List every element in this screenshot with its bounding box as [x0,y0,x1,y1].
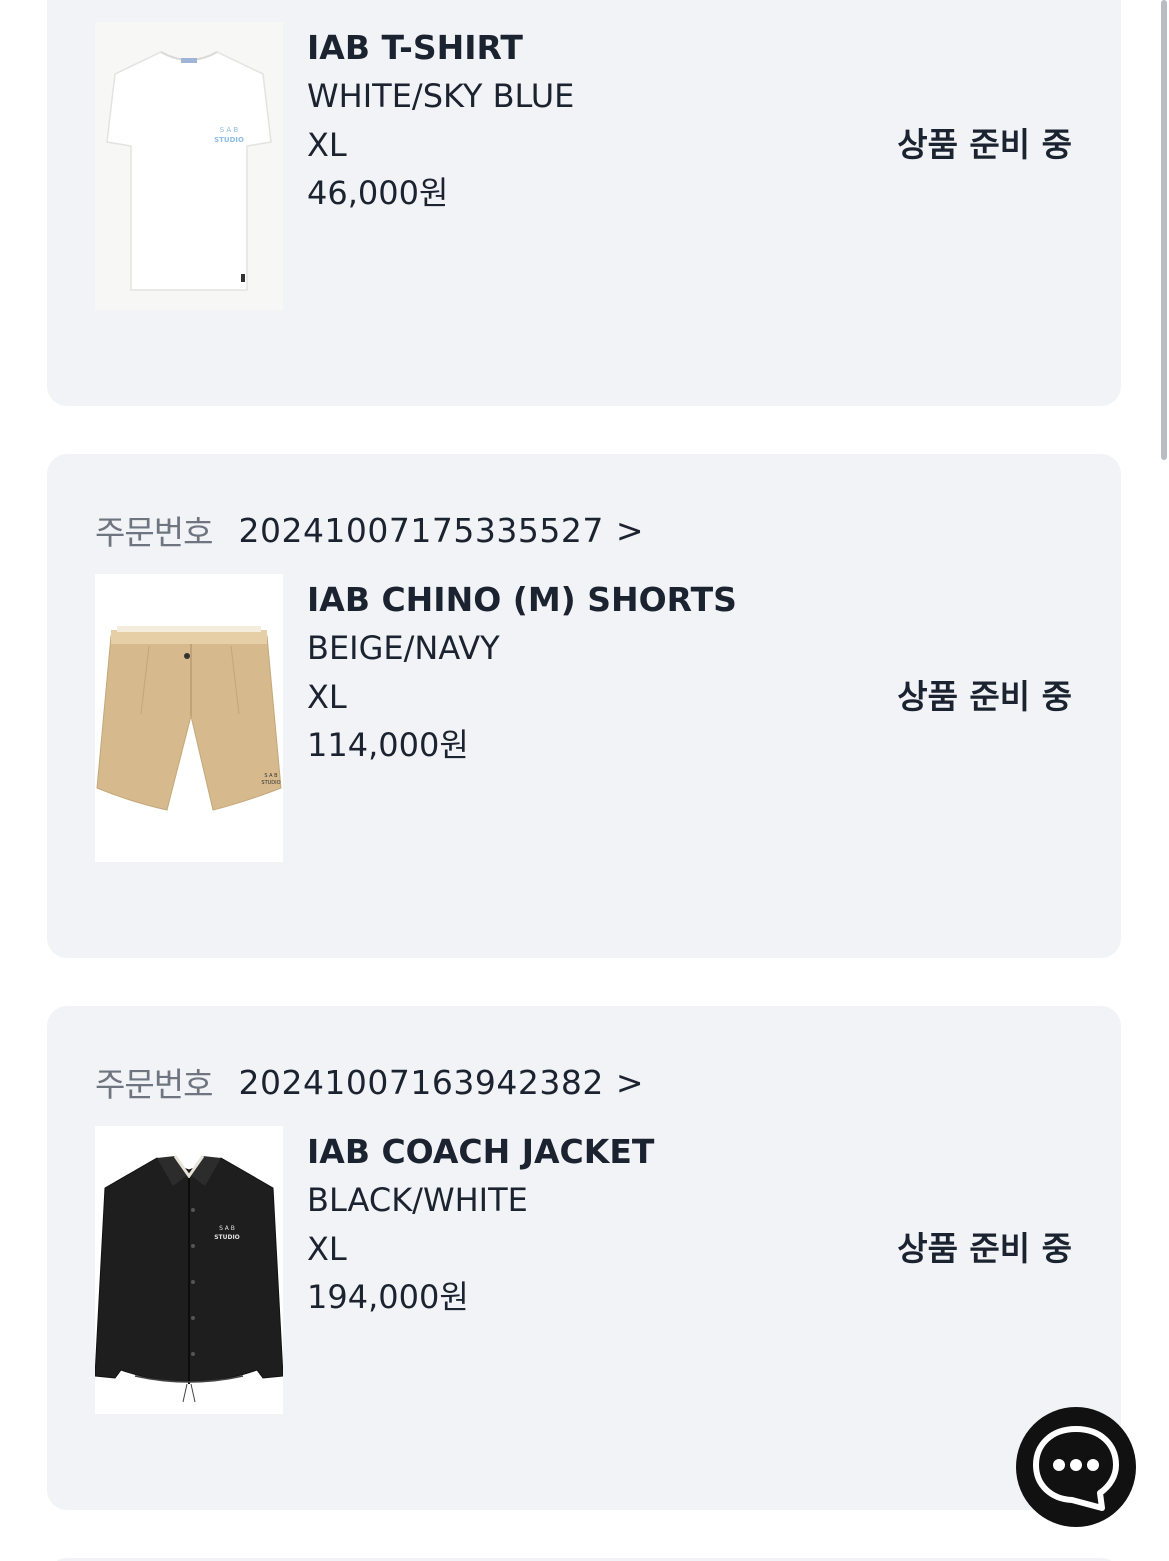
order-card: 주문번호 20241007175335527 > S A B STUDIO IA… [47,454,1121,958]
svg-text:STUDIO: STUDIO [214,1234,240,1241]
product-name[interactable]: IAB COACH JACKET [307,1128,654,1176]
svg-text:S A B: S A B [220,126,239,134]
scrollbar[interactable] [1161,0,1167,460]
order-card: S A B STUDIO IAB T-SHIRT WHITE/SKY BLUE … [47,0,1121,406]
order-number-label: 주문번호 [95,513,213,552]
product-color: WHITE/SKY BLUE [307,77,575,115]
product-info: IAB T-SHIRT WHITE/SKY BLUE XL 46,000원 [307,24,574,218]
product-size: XL [307,677,347,716]
order-number-link[interactable]: 주문번호 20241007163942382 > [95,1058,644,1106]
product-color: BLACK/WHITE [307,1181,528,1219]
svg-text:STUDIO: STUDIO [214,136,244,144]
product-info: IAB COACH JACKET BLACK/WHITE XL 194,000원 [307,1128,654,1322]
order-status: 상품 준비 중 [897,125,1072,164]
product-image-tshirt[interactable]: S A B STUDIO [95,22,283,310]
product-price: 46,000원 [307,174,449,212]
jacket-thumbnail: S A B STUDIO [95,1126,283,1414]
order-number-value: 20241007175335527 [238,510,604,550]
product-price: 194,000원 [307,1278,469,1316]
product-size: XL [307,1229,347,1268]
product-name[interactable]: IAB CHINO (M) SHORTS [307,576,737,624]
chat-bubble-icon [1033,1426,1119,1511]
order-number-value: 20241007163942382 [238,1062,604,1102]
product-info: IAB CHINO (M) SHORTS BEIGE/NAVY XL 114,0… [307,576,737,770]
order-list-page: S A B STUDIO IAB T-SHIRT WHITE/SKY BLUE … [0,0,1169,1561]
product-image-shorts[interactable]: S A B STUDIO [95,574,283,862]
order-number-label: 주문번호 [95,1065,213,1104]
product-price: 114,000원 [307,726,469,764]
product-name[interactable]: IAB T-SHIRT [307,24,574,72]
order-status: 상품 준비 중 [897,677,1072,716]
svg-text:S A B: S A B [264,773,278,779]
svg-text:STUDIO: STUDIO [261,780,280,786]
product-size: XL [307,125,347,164]
chevron-right-icon: > [615,510,644,550]
product-color: BEIGE/NAVY [307,629,500,667]
order-status: 상품 준비 중 [897,1229,1072,1268]
svg-text:S A B: S A B [219,1225,235,1232]
order-number-link[interactable]: 주문번호 20241007175335527 > [95,506,644,554]
chevron-right-icon: > [615,1062,644,1102]
shorts-thumbnail: S A B STUDIO [95,574,283,862]
product-image-jacket[interactable]: S A B STUDIO [95,1126,283,1414]
chat-button[interactable] [1016,1407,1136,1527]
order-card: 주문번호 20241007163942382 > S A B STUDIO IA… [47,1006,1121,1510]
tshirt-thumbnail: S A B STUDIO [95,22,283,310]
